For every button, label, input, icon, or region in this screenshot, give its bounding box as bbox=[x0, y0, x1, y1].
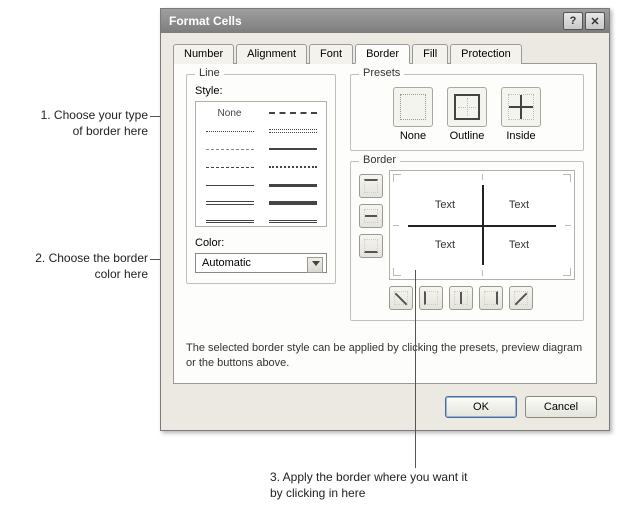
tab-font[interactable]: Font bbox=[309, 44, 353, 64]
preset-outline[interactable]: Outline bbox=[447, 87, 487, 142]
border-left-icon bbox=[424, 291, 438, 305]
line-style-option[interactable] bbox=[198, 140, 261, 158]
ok-button[interactable]: OK bbox=[445, 396, 517, 418]
border-bottom-button[interactable] bbox=[359, 234, 383, 258]
group-title: Presets bbox=[359, 67, 404, 79]
preset-none[interactable]: None bbox=[393, 87, 433, 142]
line-style-option[interactable] bbox=[198, 122, 261, 140]
annotation-text: by clicking in here bbox=[270, 486, 365, 500]
close-icon: ✕ bbox=[590, 15, 599, 28]
line-style-option[interactable] bbox=[198, 158, 261, 176]
line-style-option[interactable] bbox=[261, 212, 324, 230]
button-label: Cancel bbox=[544, 401, 578, 413]
annotation-2: 2. Choose the border color here bbox=[0, 251, 148, 282]
line-style-option[interactable] bbox=[198, 212, 261, 230]
annotation-leader bbox=[415, 270, 416, 468]
line-style-option[interactable] bbox=[261, 104, 324, 122]
style-label: Style: bbox=[195, 85, 327, 97]
color-label: Color: bbox=[195, 237, 327, 249]
border-left-button[interactable] bbox=[419, 286, 443, 310]
annotation-text: 2. Choose the border bbox=[35, 251, 148, 265]
line-style-option[interactable] bbox=[198, 176, 261, 194]
preview-cells: Text Text Text Text bbox=[408, 185, 556, 265]
border-preview[interactable]: Text Text Text Text bbox=[389, 170, 575, 280]
cancel-button[interactable]: Cancel bbox=[525, 396, 597, 418]
border-diag-up-icon bbox=[514, 291, 528, 305]
preview-tick-icon bbox=[482, 174, 483, 180]
border-diag-up-button[interactable] bbox=[509, 286, 533, 310]
tab-fill[interactable]: Fill bbox=[412, 44, 448, 64]
format-cells-dialog: Format Cells ? ✕ Number Alignment Font B… bbox=[160, 8, 610, 431]
question-icon: ? bbox=[570, 15, 577, 27]
preset-label: None bbox=[400, 130, 426, 142]
preview-tick-icon bbox=[565, 225, 571, 226]
button-label: OK bbox=[473, 401, 489, 413]
preset-label: Outline bbox=[450, 130, 485, 142]
border-diag-down-button[interactable] bbox=[389, 286, 413, 310]
annotation-1: 1. Choose your type of border here bbox=[0, 108, 148, 139]
window-title: Format Cells bbox=[169, 14, 561, 28]
tab-protection[interactable]: Protection bbox=[450, 44, 522, 64]
preview-cell[interactable]: Text bbox=[482, 185, 556, 225]
tab-alignment[interactable]: Alignment bbox=[236, 44, 307, 64]
border-hmiddle-icon bbox=[364, 209, 378, 223]
line-style-option[interactable] bbox=[198, 194, 261, 212]
annotation-text: 1. Choose your type bbox=[41, 108, 148, 122]
border-group: Border bbox=[350, 161, 584, 321]
annotation-3: 3. Apply the border where you want it by… bbox=[270, 470, 467, 501]
preview-corner-icon bbox=[563, 174, 571, 182]
dialog-body: Number Alignment Font Border Fill Protec… bbox=[161, 33, 609, 430]
close-button[interactable]: ✕ bbox=[585, 12, 605, 30]
border-bottom-icon bbox=[364, 239, 378, 253]
preset-outline-icon bbox=[454, 94, 480, 120]
annotation-text: of border here bbox=[73, 124, 148, 138]
preview-tick-icon bbox=[393, 225, 399, 226]
preview-tick-icon bbox=[482, 270, 483, 276]
border-vmiddle-icon bbox=[454, 291, 468, 305]
line-style-none[interactable]: None bbox=[198, 104, 261, 122]
line-style-option[interactable] bbox=[261, 122, 324, 140]
color-dropdown[interactable]: Automatic bbox=[195, 253, 327, 273]
tab-strip: Number Alignment Font Border Fill Protec… bbox=[173, 43, 597, 64]
preset-label: Inside bbox=[506, 130, 535, 142]
presets-group: Presets None Outline bbox=[350, 74, 584, 151]
color-value: Automatic bbox=[202, 257, 251, 269]
preview-corner-icon bbox=[563, 268, 571, 276]
border-top-button[interactable] bbox=[359, 174, 383, 198]
tab-number[interactable]: Number bbox=[173, 44, 234, 64]
border-diag-down-icon bbox=[394, 291, 408, 305]
border-hmiddle-button[interactable] bbox=[359, 204, 383, 228]
line-style-option[interactable] bbox=[261, 140, 324, 158]
preset-none-icon bbox=[400, 94, 426, 120]
line-style-option[interactable] bbox=[261, 176, 324, 194]
border-right-button[interactable] bbox=[479, 286, 503, 310]
preview-cell[interactable]: Text bbox=[408, 225, 482, 265]
help-text: The selected border style can be applied… bbox=[186, 341, 584, 371]
border-vmiddle-button[interactable] bbox=[449, 286, 473, 310]
preset-inside[interactable]: Inside bbox=[501, 87, 541, 142]
chevron-down-icon bbox=[312, 261, 320, 266]
border-right-icon bbox=[484, 291, 498, 305]
tab-border[interactable]: Border bbox=[355, 44, 410, 64]
annotation-text: color here bbox=[95, 267, 148, 281]
group-title: Line bbox=[195, 67, 224, 79]
group-title: Border bbox=[359, 154, 400, 166]
line-style-list[interactable]: None bbox=[195, 101, 327, 227]
tab-page-border: Line Style: None bbox=[173, 64, 597, 384]
preview-cell[interactable]: Text bbox=[482, 225, 556, 265]
preset-inside-icon bbox=[508, 94, 534, 120]
preview-corner-icon bbox=[393, 268, 401, 276]
line-style-option[interactable] bbox=[261, 194, 324, 212]
preview-cell[interactable]: Text bbox=[408, 185, 482, 225]
titlebar[interactable]: Format Cells ? ✕ bbox=[161, 9, 609, 33]
help-button[interactable]: ? bbox=[563, 12, 583, 30]
line-group: Line Style: None bbox=[186, 74, 336, 284]
annotation-text: 3. Apply the border where you want it bbox=[270, 470, 467, 484]
border-top-icon bbox=[364, 179, 378, 193]
preview-corner-icon bbox=[393, 174, 401, 182]
line-style-option[interactable] bbox=[261, 158, 324, 176]
